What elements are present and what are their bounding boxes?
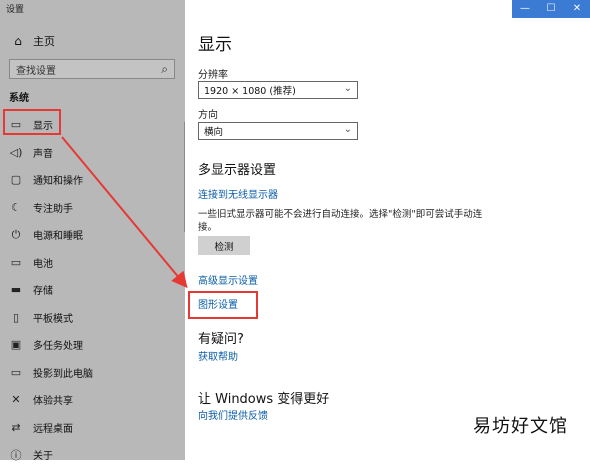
- battery-icon: ▭: [10, 255, 22, 269]
- sidebar-nav: ▭ 显示 ◁) 声音 ▢ 通知和操作 ☾ 专注助手 ⏻ 电源和睡眠 ▭ 电池 ▬…: [0, 111, 185, 469]
- speaker-icon: ◁): [9, 145, 23, 159]
- sidebar-item-label: 电源和睡眠: [33, 231, 83, 243]
- resolution-dropdown[interactable]: 1920 × 1080 (推荐) ⌄: [198, 81, 358, 99]
- sidebar-item-power-sleep[interactable]: ⏻ 电源和睡眠: [0, 221, 185, 249]
- feedback-heading: 让 Windows 变得更好: [198, 392, 330, 407]
- sidebar-item-projecting[interactable]: ▭ 投影到此电脑: [0, 359, 185, 387]
- maximize-button[interactable]: ☐: [538, 0, 564, 18]
- multitask-icon: ▣: [10, 338, 22, 352]
- resolution-label: 分辨率: [198, 70, 228, 81]
- minimize-button[interactable]: —: [512, 0, 538, 18]
- home-label: 主页: [33, 35, 55, 48]
- sidebar-item-shared-experiences[interactable]: ✕ 体验共享: [0, 386, 185, 414]
- sidebar: 设置 ⌂ 主页 查找设置 ⌕ 系统 ▭ 显示 ◁) 声音 ▢ 通知和操作 ☾ 专…: [0, 0, 185, 462]
- sidebar-item-label: 存储: [33, 286, 53, 298]
- advanced-display-settings-link[interactable]: 高级显示设置: [198, 272, 258, 287]
- sidebar-item-label: 关于: [33, 451, 53, 463]
- display-highlight-box: [3, 109, 61, 135]
- page-title: 显示: [198, 35, 232, 55]
- search-input[interactable]: 查找设置 ⌕: [9, 59, 175, 79]
- sidebar-item-focus-assist[interactable]: ☾ 专注助手: [0, 194, 185, 222]
- sidebar-item-label: 远程桌面: [33, 423, 73, 435]
- project-icon: ▭: [10, 365, 22, 379]
- sidebar-item-about[interactable]: ⓘ 关于: [0, 441, 185, 469]
- home-icon: ⌂: [14, 34, 22, 48]
- sidebar-item-label: 投影到此电脑: [33, 368, 93, 380]
- info-icon: ⓘ: [10, 448, 22, 462]
- sidebar-item-label: 体验共享: [33, 396, 73, 408]
- orientation-value: 横向: [204, 127, 224, 138]
- close-button[interactable]: ✕: [564, 0, 590, 18]
- tablet-icon: ▯: [12, 310, 20, 324]
- moon-icon: ☾: [11, 200, 21, 214]
- detect-description: 一些旧式显示器可能不会进行自动连接。选择"检测"即可尝试手动连接。: [198, 209, 483, 233]
- orientation-label: 方向: [198, 110, 218, 121]
- sidebar-item-multitasking[interactable]: ▣ 多任务处理: [0, 331, 185, 359]
- sidebar-item-label: 平板模式: [33, 313, 73, 325]
- sidebar-item-label: 专注助手: [33, 203, 73, 215]
- sidebar-item-remote-desktop[interactable]: ⇄ 远程桌面: [0, 414, 185, 442]
- window-controls: — ☐ ✕: [512, 0, 590, 18]
- sidebar-item-label: 电池: [33, 258, 53, 270]
- sidebar-item-tablet-mode[interactable]: ▯ 平板模式: [0, 304, 185, 332]
- sidebar-item-storage[interactable]: ▬ 存储: [0, 276, 185, 304]
- sidebar-item-sound[interactable]: ◁) 声音: [0, 139, 185, 167]
- main-panel: — ☐ ✕ 显示 分辨率 1920 × 1080 (推荐) ⌄ 方向 横向 ⌄ …: [185, 0, 590, 460]
- sidebar-item-label: 多任务处理: [33, 341, 83, 353]
- power-icon: ⏻: [11, 227, 21, 241]
- notification-icon: ▢: [10, 173, 22, 187]
- storage-icon: ▬: [10, 283, 22, 297]
- home-link[interactable]: ⌂ 主页: [10, 33, 55, 49]
- search-placeholder: 查找设置: [16, 65, 56, 77]
- sidebar-item-label: 通知和操作: [33, 176, 83, 188]
- share-icon: ✕: [11, 393, 21, 407]
- graphics-highlight-box: [188, 291, 258, 319]
- orientation-dropdown[interactable]: 横向 ⌄: [198, 122, 358, 140]
- sidebar-item-label: 声音: [33, 148, 53, 160]
- detect-button[interactable]: 检测: [198, 236, 250, 255]
- sidebar-item-notifications[interactable]: ▢ 通知和操作: [0, 166, 185, 194]
- resolution-value: 1920 × 1080 (推荐): [204, 86, 296, 97]
- chevron-down-icon: ⌄: [343, 124, 352, 135]
- give-feedback-link[interactable]: 向我们提供反馈: [198, 407, 268, 422]
- watermark-text: 易坊好文馆: [473, 416, 568, 437]
- chevron-down-icon: ⌄: [343, 83, 352, 94]
- help-heading: 有疑问?: [198, 332, 244, 347]
- app-title: 设置: [6, 5, 25, 15]
- connect-wireless-display-link[interactable]: 连接到无线显示器: [198, 186, 278, 201]
- section-label: 系统: [9, 93, 29, 104]
- search-icon: ⌕: [161, 61, 168, 76]
- sidebar-item-battery[interactable]: ▭ 电池: [0, 249, 185, 277]
- remote-desktop-icon: ⇄: [11, 420, 21, 434]
- get-help-link[interactable]: 获取帮助: [198, 348, 238, 363]
- multi-display-heading: 多显示器设置: [198, 163, 277, 178]
